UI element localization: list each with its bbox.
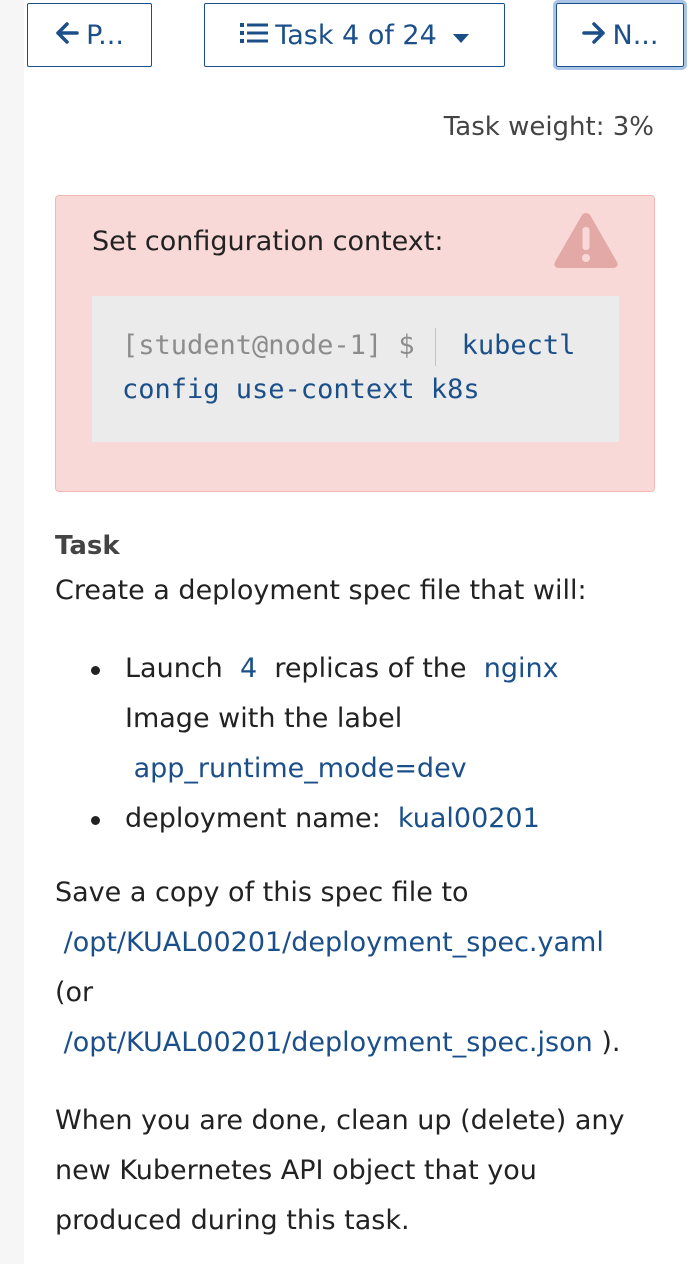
warning-icon xyxy=(552,210,620,274)
prompt-divider xyxy=(434,327,436,366)
task-content: Task Create a deployment spec file that … xyxy=(55,526,665,1246)
close-paren: ). xyxy=(601,1027,621,1058)
task-heading: Task xyxy=(55,531,120,561)
yaml-path: /opt/KUAL00201/deployment_spec.yaml xyxy=(63,927,604,958)
context-alert-label: Set configuration context: xyxy=(92,226,444,257)
context-command-box[interactable]: [student@node-1] $ kubectl config use-con… xyxy=(92,296,619,442)
previous-task-button[interactable]: P... xyxy=(27,3,152,67)
left-gutter xyxy=(0,0,24,1264)
list-icon xyxy=(240,20,269,51)
command-part-2: config use-context k8s xyxy=(122,374,480,405)
caret-down-icon xyxy=(452,20,469,51)
arrow-right-icon xyxy=(581,20,606,51)
list-item: Launch 4 replicas of the nginx Image wit… xyxy=(55,644,665,794)
label-value: app_runtime_mode=dev xyxy=(133,753,467,784)
context-alert: Set configuration context: [student@node… xyxy=(55,195,655,492)
bullet1-text-a: Launch xyxy=(125,653,223,684)
shell-prompt: [student@node-1] $ xyxy=(122,330,415,361)
save-instruction: Save a copy of this spec file to xyxy=(55,877,469,908)
next-button-label: N... xyxy=(612,19,659,51)
bullet1-text-b: replicas of the xyxy=(274,653,467,684)
cleanup-line-3: produced during this task. xyxy=(55,1205,410,1236)
requirements-list: Launch 4 replicas of the nginx Image wit… xyxy=(55,644,665,844)
previous-button-label: P... xyxy=(86,19,124,51)
arrow-left-icon xyxy=(55,20,79,51)
cleanup-line-2: new Kubernetes API object that you xyxy=(55,1155,537,1186)
json-path: /opt/KUAL00201/deployment_spec.json xyxy=(63,1027,593,1058)
command-part-1: kubectl xyxy=(461,330,576,361)
task-weight: Task weight: 3% xyxy=(443,112,654,142)
list-item: deployment name: kual00201 xyxy=(55,794,665,844)
task-selector-label: Task 4 of 24 xyxy=(275,19,437,51)
bullet2-text: deployment name: xyxy=(125,803,381,834)
deployment-name: kual00201 xyxy=(397,803,540,834)
cleanup-line-1: When you are done, clean up (delete) any xyxy=(55,1105,625,1136)
task-selector-dropdown[interactable]: Task 4 of 24 xyxy=(204,3,505,67)
next-task-button[interactable]: N... xyxy=(553,0,687,70)
bullet1-text-c: Image with the label xyxy=(125,703,403,734)
replica-count: 4 xyxy=(239,653,258,684)
or-text: (or xyxy=(55,977,94,1008)
task-intro: Create a deployment spec file that will: xyxy=(55,575,587,606)
image-name: nginx xyxy=(483,653,559,684)
